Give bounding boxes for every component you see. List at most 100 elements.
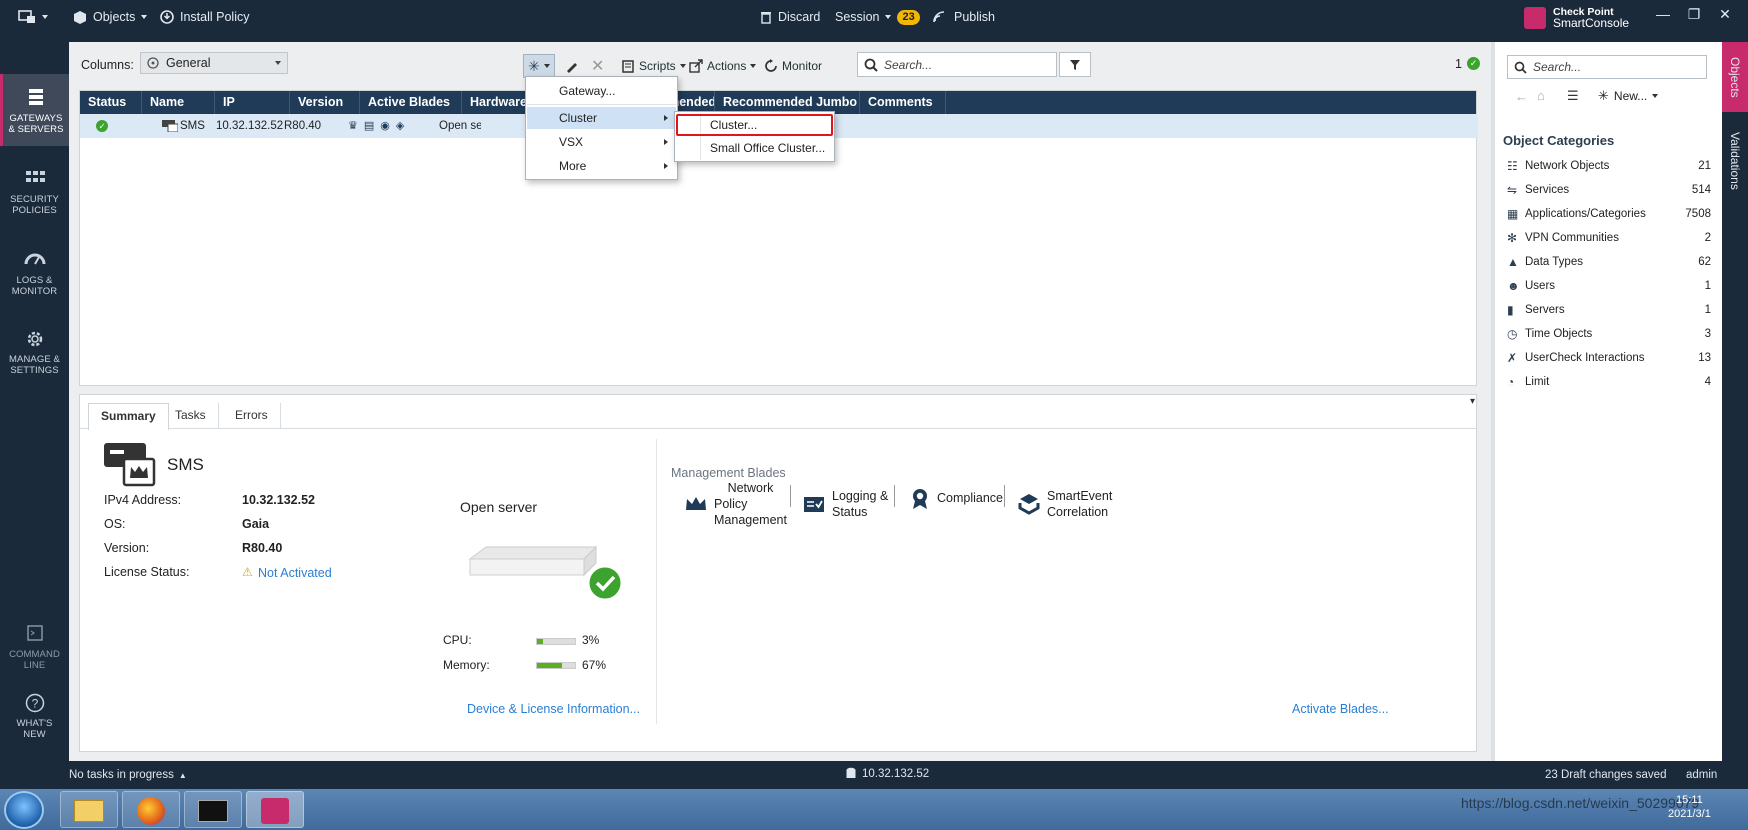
app-menu-button[interactable] <box>18 0 48 34</box>
column-header-active-blades[interactable]: Active Blades <box>360 91 462 114</box>
category-services[interactable]: ⇋ Services 514 <box>1507 178 1711 202</box>
vtab-objects[interactable]: Objects <box>1722 42 1748 112</box>
taskbar-explorer[interactable] <box>60 791 118 828</box>
category-count: 3 <box>1704 328 1711 340</box>
row-version: R80.40 <box>284 120 322 132</box>
server-connection: 10.32.132.52 <box>846 767 929 780</box>
memory-usage-bar <box>536 662 576 669</box>
category-usercheck-interactions[interactable]: ✗ UserCheck Interactions 13 <box>1507 346 1711 370</box>
nav-label: SETTINGS <box>10 365 59 376</box>
menu-item-more[interactable]: More <box>527 155 676 177</box>
install-policy-button[interactable]: Install Policy <box>160 0 249 34</box>
nav-label: MANAGE & <box>9 354 60 365</box>
category-users[interactable]: ☻ Users 1 <box>1507 274 1711 298</box>
category-count: 1 <box>1704 304 1711 316</box>
actions-button[interactable]: Actions <box>689 54 757 78</box>
minimize-button[interactable]: — <box>1652 6 1674 26</box>
category-applications[interactable]: ▦ Applications/Categories 7508 <box>1507 202 1711 226</box>
home-icon[interactable]: ⌂ <box>1537 88 1545 103</box>
category-label: Time Objects <box>1525 328 1593 340</box>
vpn-icon: ✻ <box>1507 231 1518 245</box>
column-header-status[interactable]: Status <box>80 91 142 114</box>
new-object-dropdown[interactable]: ✳ New... <box>1598 88 1659 104</box>
restore-button[interactable]: ❐ <box>1683 6 1705 26</box>
category-servers[interactable]: ▮ Servers 1 <box>1507 298 1711 322</box>
nav-logs-monitor[interactable]: LOGS & MONITOR <box>0 250 69 297</box>
taskbar-cmd[interactable] <box>184 791 242 828</box>
column-header-name[interactable]: Name <box>142 91 215 114</box>
menu-item-gateway[interactable]: Gateway... <box>527 80 676 102</box>
category-count: 13 <box>1698 352 1711 364</box>
taskbar-smartconsole[interactable] <box>246 791 304 828</box>
brand-line2: SmartConsole <box>1553 16 1630 30</box>
nav-gateways-servers[interactable]: GATEWAYS & SERVERS <box>0 74 69 146</box>
gear-icon <box>27 331 42 347</box>
menu-item-vsx[interactable]: VSX <box>527 131 676 153</box>
data-types-icon: ▲ <box>1507 255 1519 269</box>
tab-errors[interactable]: Errors <box>223 403 281 428</box>
tasks-status[interactable]: No tasks in progress ▲ <box>69 769 187 781</box>
nav-security-policies[interactable]: SECURITY POLICIES <box>0 169 69 216</box>
scripts-button[interactable]: Scripts <box>621 54 686 78</box>
objects-search-input[interactable]: Search... <box>1507 55 1707 79</box>
device-license-link[interactable]: Device & License Information... <box>467 702 640 716</box>
columns-select[interactable]: General <box>140 52 288 74</box>
new-object-button[interactable]: ✳ <box>523 54 555 78</box>
license-status-label: License Status: <box>104 565 190 579</box>
security-policies-icon <box>25 171 45 182</box>
version-value: R80.40 <box>242 541 283 555</box>
vtab-validations[interactable]: Validations <box>1722 116 1748 206</box>
category-network-objects[interactable]: ☷ Network Objects 21 <box>1507 154 1711 178</box>
tab-tasks[interactable]: Tasks <box>163 403 219 428</box>
nav-whats-new[interactable]: ? WHAT'S NEW <box>0 693 69 740</box>
submenu-item-cluster[interactable]: Cluster... <box>676 114 833 136</box>
trash-icon <box>761 12 771 24</box>
taskbar-firefox[interactable] <box>122 791 180 828</box>
category-label: Data Types <box>1525 256 1583 268</box>
category-vpn-communities[interactable]: ✻ VPN Communities 2 <box>1507 226 1711 250</box>
row-active-blades: ♛ ▤ ◉ ◈ <box>340 114 404 138</box>
discard-button[interactable]: Discard <box>760 0 820 34</box>
session-button[interactable]: Session 23 <box>835 0 920 34</box>
delete-button[interactable]: ✕ <box>591 54 604 78</box>
grid-search-input[interactable]: Search... <box>857 52 1057 77</box>
gateways-icon <box>29 89 43 105</box>
column-header-ip[interactable]: IP <box>215 91 290 114</box>
monitor-button[interactable]: Monitor <box>764 54 822 78</box>
category-data-types[interactable]: ▲ Data Types 62 <box>1507 250 1711 274</box>
tab-summary[interactable]: Summary <box>88 403 169 430</box>
category-time-objects[interactable]: ◷ Time Objects 3 <box>1507 322 1711 346</box>
list-view-icon[interactable]: ☰ <box>1567 88 1579 104</box>
back-icon[interactable]: ← <box>1515 89 1528 104</box>
search-placeholder: Search... <box>1533 60 1582 74</box>
activate-blades-link[interactable]: Activate Blades... <box>1292 702 1389 716</box>
nav-command-line[interactable]: COMMAND LINE <box>0 624 69 671</box>
collapse-icon[interactable]: ▾ <box>1470 396 1475 407</box>
chevron-right-icon <box>664 115 668 121</box>
edit-button[interactable] <box>565 54 579 78</box>
category-limit[interactable]: ◔ Limit 4 <box>1507 370 1711 394</box>
menu-item-cluster[interactable]: Cluster <box>527 107 676 129</box>
checkpoint-logo-icon <box>1524 7 1546 29</box>
publish-button[interactable]: Publish <box>932 0 995 34</box>
category-count: 21 <box>1698 160 1711 172</box>
license-status-link[interactable]: Not Activated <box>258 566 332 580</box>
server-ip: 10.32.132.52 <box>862 767 930 780</box>
device-type: Open server <box>460 499 538 515</box>
nav-label: LOGS & <box>16 275 53 286</box>
objects-menu-button[interactable]: Objects <box>73 0 148 34</box>
column-header-version[interactable]: Version <box>290 91 360 114</box>
search-placeholder: Search... <box>884 57 933 72</box>
column-header-comments[interactable]: Comments <box>860 91 946 114</box>
database-icon <box>846 767 856 778</box>
star-icon: ✳ <box>1598 88 1609 103</box>
start-button[interactable] <box>4 791 44 829</box>
submenu-item-small-office-cluster[interactable]: Small Office Cluster... <box>676 137 833 159</box>
clock-time: 15:11 <box>1676 794 1703 806</box>
cpu-label: CPU: <box>443 633 472 647</box>
close-button[interactable]: ✕ <box>1714 6 1736 26</box>
object-count: 1 <box>1455 57 1462 71</box>
nav-manage-settings[interactable]: MANAGE & SETTINGS <box>0 329 69 376</box>
usercheck-icon: ✗ <box>1507 351 1518 365</box>
filter-button[interactable] <box>1059 52 1091 77</box>
